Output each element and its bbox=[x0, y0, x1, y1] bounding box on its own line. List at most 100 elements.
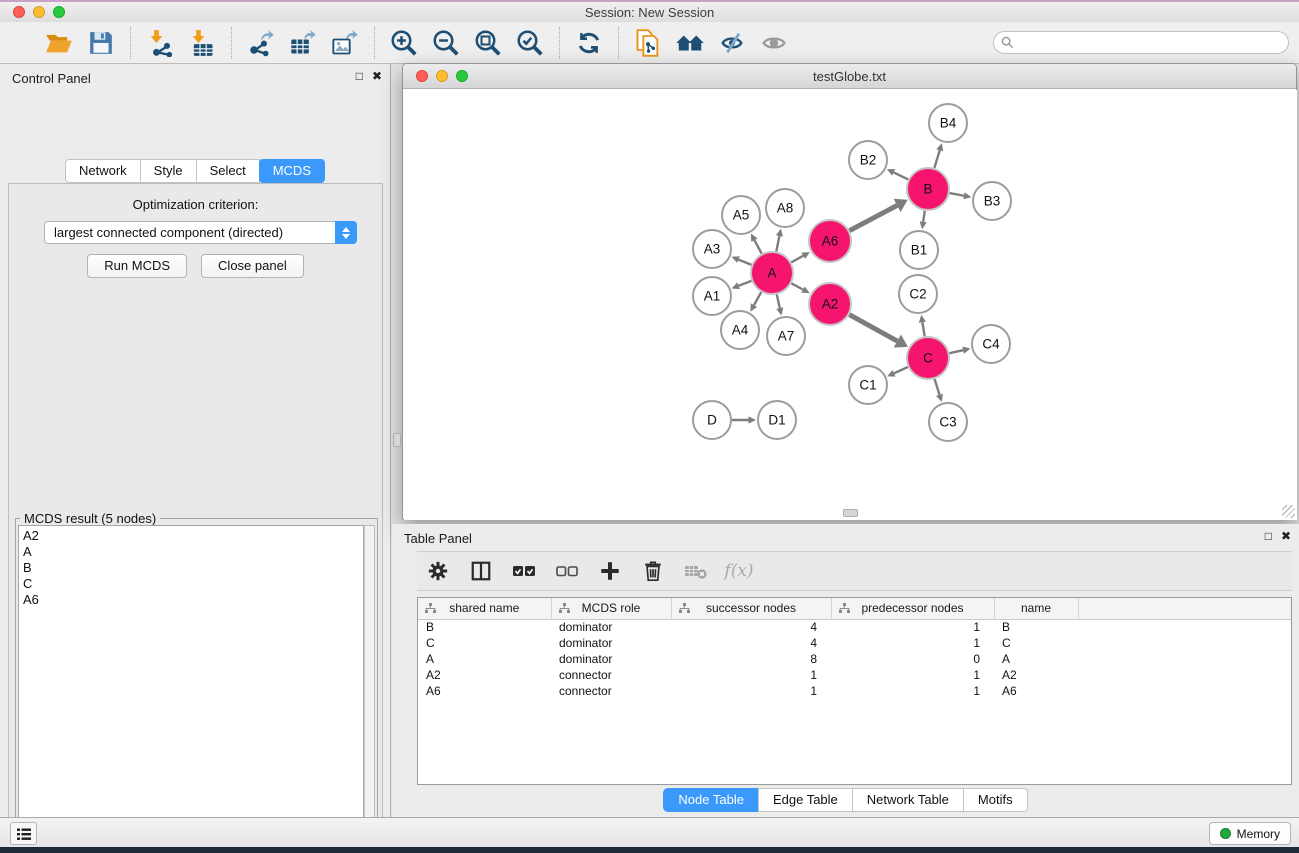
edge-B-B4[interactable] bbox=[934, 150, 939, 168]
delete-table-icon[interactable] bbox=[683, 558, 709, 584]
function-builder-icon[interactable]: f(x) bbox=[726, 558, 752, 584]
tab-node-table[interactable]: Node Table bbox=[663, 788, 759, 812]
mcds-result-item[interactable]: A2 bbox=[23, 528, 363, 544]
zoom-in-icon[interactable] bbox=[386, 25, 422, 61]
graph-node-C4[interactable]: C4 bbox=[972, 325, 1010, 363]
criterion-dropdown[interactable]: largest connected component (directed) bbox=[44, 221, 357, 244]
graph-node-A8[interactable]: A8 bbox=[766, 189, 804, 227]
cell-successor-nodes[interactable]: 8 bbox=[671, 651, 831, 667]
edge-C-C4[interactable] bbox=[949, 350, 963, 353]
edge-A-A7[interactable] bbox=[777, 294, 780, 308]
graph-node-C[interactable]: C bbox=[907, 337, 949, 379]
cell-predecessor-nodes[interactable]: 0 bbox=[831, 651, 994, 667]
col-mcds-role[interactable]: MCDS role bbox=[551, 598, 671, 619]
cell-name[interactable]: C bbox=[994, 635, 1078, 651]
tab-style[interactable]: Style bbox=[140, 159, 197, 183]
edge-C-C3[interactable] bbox=[935, 379, 940, 395]
edge-A-A5[interactable] bbox=[754, 240, 761, 253]
graph-node-A6[interactable]: A6 bbox=[809, 220, 851, 262]
window-resize-grip[interactable] bbox=[1282, 505, 1295, 518]
first-neighbors-icon[interactable] bbox=[672, 25, 708, 61]
col-predecessor-nodes[interactable]: predecessor nodes bbox=[831, 598, 994, 619]
edge-A-A4[interactable] bbox=[754, 292, 761, 305]
search-field[interactable] bbox=[993, 31, 1289, 54]
hide-details-icon[interactable] bbox=[714, 25, 750, 61]
graph-node-B4[interactable]: B4 bbox=[929, 104, 967, 142]
cell-mcds-role[interactable]: dominator bbox=[551, 619, 671, 635]
table-row[interactable]: A6connector11A6 bbox=[418, 683, 1291, 699]
cell-name[interactable]: A6 bbox=[994, 683, 1078, 699]
edge-A-A3[interactable] bbox=[738, 260, 751, 265]
cell-shared-name[interactable]: B bbox=[418, 619, 551, 635]
mcds-result-list[interactable]: A2ABCA6 bbox=[18, 525, 364, 853]
cell-mcds-role[interactable]: dominator bbox=[551, 651, 671, 667]
tab-network[interactable]: Network bbox=[65, 159, 141, 183]
table-row[interactable]: Cdominator41C bbox=[418, 635, 1291, 651]
graph-node-D1[interactable]: D1 bbox=[758, 401, 796, 439]
cell-mcds-role[interactable]: dominator bbox=[551, 635, 671, 651]
col-successor-nodes[interactable]: successor nodes bbox=[671, 598, 831, 619]
cell-shared-name[interactable]: A2 bbox=[418, 667, 551, 683]
table-row[interactable]: Adominator80A bbox=[418, 651, 1291, 667]
col-name[interactable]: name bbox=[994, 598, 1078, 619]
show-details-icon[interactable] bbox=[756, 25, 792, 61]
import-table-icon[interactable] bbox=[184, 25, 220, 61]
graph-node-C3[interactable]: C3 bbox=[929, 403, 967, 441]
edge-B-B3[interactable] bbox=[950, 193, 964, 196]
edge-A-A8[interactable] bbox=[776, 236, 779, 251]
open-file-icon[interactable] bbox=[41, 25, 77, 61]
search-input[interactable] bbox=[1018, 34, 1288, 52]
result-list-scrollbar[interactable] bbox=[364, 525, 375, 853]
tab-select[interactable]: Select bbox=[196, 159, 260, 183]
col-shared-name[interactable]: shared name bbox=[418, 598, 551, 619]
edge-A2-C[interactable] bbox=[849, 315, 897, 341]
cell-mcds-role[interactable]: connector bbox=[551, 667, 671, 683]
table-row[interactable]: A2connector11A2 bbox=[418, 667, 1291, 683]
edge-A-A1[interactable] bbox=[739, 281, 752, 286]
graph-node-A3[interactable]: A3 bbox=[693, 230, 731, 268]
edge-A-A6[interactable] bbox=[791, 256, 803, 263]
show-columns-icon[interactable] bbox=[468, 558, 494, 584]
export-network-icon[interactable] bbox=[243, 25, 279, 61]
tab-mcds[interactable]: MCDS bbox=[259, 159, 325, 183]
mcds-result-item[interactable]: C bbox=[23, 576, 363, 592]
select-all-checkboxes-icon[interactable] bbox=[511, 558, 537, 584]
mcds-result-item[interactable]: A bbox=[23, 544, 363, 560]
graph-node-C1[interactable]: C1 bbox=[849, 366, 887, 404]
cell-mcds-role[interactable]: connector bbox=[551, 683, 671, 699]
add-column-icon[interactable] bbox=[597, 558, 623, 584]
graph-node-A5[interactable]: A5 bbox=[722, 196, 760, 234]
import-network-icon[interactable] bbox=[142, 25, 178, 61]
task-history-button[interactable] bbox=[10, 822, 37, 845]
graph-node-A7[interactable]: A7 bbox=[767, 317, 805, 355]
save-session-icon[interactable] bbox=[83, 25, 119, 61]
graph-node-A1[interactable]: A1 bbox=[693, 277, 731, 315]
node-table[interactable]: shared name MCDS role successor nodes pr… bbox=[417, 597, 1292, 785]
deselect-all-checkboxes-icon[interactable] bbox=[554, 558, 580, 584]
edge-B-B1[interactable] bbox=[923, 211, 925, 222]
graph-node-A[interactable]: A bbox=[751, 252, 793, 294]
horizontal-splitter-handle[interactable] bbox=[843, 509, 858, 517]
graph-node-B[interactable]: B bbox=[907, 168, 949, 210]
float-panel-icon[interactable]: □ bbox=[356, 69, 363, 83]
mcds-result-item[interactable]: A6 bbox=[23, 592, 363, 608]
close-table-panel-icon[interactable]: ✖ bbox=[1281, 529, 1291, 543]
edge-A-A2[interactable] bbox=[791, 283, 803, 289]
cell-shared-name[interactable]: A6 bbox=[418, 683, 551, 699]
table-row[interactable]: Bdominator41B bbox=[418, 619, 1291, 635]
edge-A6-B[interactable] bbox=[849, 205, 897, 230]
edge-C-C1[interactable] bbox=[894, 367, 908, 373]
cell-shared-name[interactable]: A bbox=[418, 651, 551, 667]
cell-predecessor-nodes[interactable]: 1 bbox=[831, 683, 994, 699]
refresh-icon[interactable] bbox=[571, 25, 607, 61]
close-panel-button[interactable]: Close panel bbox=[201, 254, 304, 278]
graph-node-B2[interactable]: B2 bbox=[849, 141, 887, 179]
graph-node-B3[interactable]: B3 bbox=[973, 182, 1011, 220]
graph-node-C2[interactable]: C2 bbox=[899, 275, 937, 313]
network-canvas[interactable]: B4B2BB3A5A8A6A3AB1A1C2A4A7A2C4CC1C3DD1 bbox=[404, 90, 1297, 520]
zoom-fit-icon[interactable] bbox=[470, 25, 506, 61]
zoom-selected-icon[interactable] bbox=[512, 25, 548, 61]
cell-shared-name[interactable]: C bbox=[418, 635, 551, 651]
graph-node-B1[interactable]: B1 bbox=[900, 231, 938, 269]
cell-predecessor-nodes[interactable]: 1 bbox=[831, 619, 994, 635]
